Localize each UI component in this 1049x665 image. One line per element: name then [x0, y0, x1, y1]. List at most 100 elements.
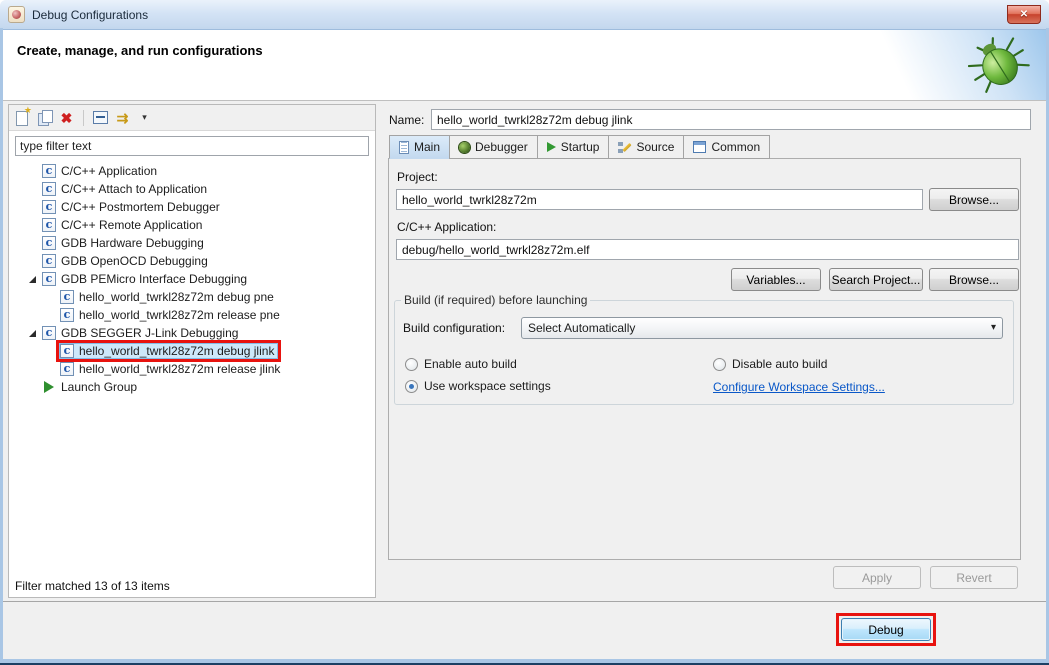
expand-toggle-icon[interactable] — [26, 236, 41, 250]
debug-configurations-dialog: Debug Configurations ✕ Create, manage, a… — [0, 0, 1049, 665]
tab-main[interactable]: Main — [389, 135, 450, 159]
duplicate-config-icon[interactable] — [36, 109, 53, 126]
search-project-button[interactable]: Search Project... — [829, 268, 923, 291]
expand-toggle-icon[interactable] — [26, 254, 41, 268]
radio-icon — [713, 358, 726, 371]
radio-icon — [405, 358, 418, 371]
toolbar-separator — [83, 110, 84, 126]
configurations-toolbar: ★ ✖ ⇉ ▾ — [9, 105, 375, 131]
c-icon: c — [42, 182, 56, 196]
project-input[interactable] — [396, 189, 923, 210]
configuration-detail-panel: Name: Main Debugger Startup Source Commo… — [383, 104, 1041, 601]
menu-caret-icon[interactable]: ▾ — [136, 109, 153, 126]
source-icon — [618, 141, 631, 154]
c-icon: c — [42, 254, 56, 268]
expand-toggle-icon[interactable] — [44, 308, 59, 322]
config-tabs: Main Debugger Startup Source Common — [389, 135, 769, 159]
page-title: Create, manage, and run configurations — [17, 43, 263, 58]
debug-config-app-icon — [8, 6, 25, 23]
application-input[interactable] — [396, 239, 1019, 260]
window-border — [0, 659, 1049, 665]
close-icon: ✕ — [1020, 9, 1028, 20]
bug-graphic-icon — [968, 36, 1030, 94]
new-star-icon: ★ — [24, 105, 32, 116]
application-browse-button[interactable]: Browse... — [929, 268, 1019, 291]
c-icon: c — [60, 362, 74, 376]
expand-toggle-icon[interactable] — [44, 344, 59, 358]
name-label: Name: — [389, 113, 424, 127]
tab-startup[interactable]: Startup — [537, 135, 610, 159]
c-icon: c — [60, 308, 74, 322]
debug-annotation-box: Debug — [836, 613, 936, 646]
expand-toggle-icon[interactable] — [26, 218, 41, 232]
configure-workspace-settings-link[interactable]: Configure Workspace Settings... — [713, 380, 885, 394]
configurations-panel: ★ ✖ ⇉ ▾ c C/C++ Application c C/C++ Atta… — [8, 104, 376, 598]
variables-button[interactable]: Variables... — [731, 268, 821, 291]
tree-item[interactable]: c C/C++ Remote Application — [9, 216, 375, 234]
combo-caret-icon: ▾ — [991, 323, 996, 333]
build-group: Build (if required) before launching Bui… — [394, 293, 1014, 405]
expand-toggle-icon[interactable] — [26, 200, 41, 214]
use-workspace-settings-radio[interactable]: Use workspace settings — [405, 379, 551, 393]
radio-checked-icon — [405, 380, 418, 393]
window-close-button[interactable]: ✕ — [1007, 5, 1041, 24]
project-browse-button[interactable]: Browse... — [929, 188, 1019, 211]
project-label: Project: — [397, 170, 438, 184]
title-bar[interactable]: Debug Configurations ✕ — [0, 0, 1049, 30]
window-title: Debug Configurations — [32, 8, 148, 22]
new-config-icon[interactable]: ★ — [14, 109, 31, 126]
c-icon: c — [42, 326, 56, 340]
filter-input[interactable] — [15, 136, 369, 156]
apply-button[interactable]: Apply — [833, 566, 921, 589]
expand-toggle-icon[interactable] — [26, 326, 41, 340]
debug-button[interactable]: Debug — [841, 618, 931, 641]
c-icon: c — [42, 164, 56, 178]
expand-toggle-icon[interactable] — [26, 164, 41, 178]
launch-group-icon — [44, 381, 54, 393]
tree-item[interactable]: c GDB PEMicro Interface Debugging — [9, 270, 375, 288]
revert-button[interactable]: Revert — [930, 566, 1018, 589]
build-configuration-value: Select Automatically — [528, 321, 635, 335]
window-border — [0, 28, 3, 665]
table-icon — [693, 141, 706, 153]
bug-icon — [459, 142, 470, 153]
build-configuration-label: Build configuration: — [403, 321, 505, 335]
tab-source[interactable]: Source — [608, 135, 684, 159]
header-banner: Create, manage, and run configurations — [3, 30, 1046, 101]
play-icon — [547, 142, 556, 152]
tree-item[interactable]: c hello_world_twrkl28z72m debug pne — [9, 288, 375, 306]
expand-toggle-icon[interactable] — [44, 290, 59, 304]
expand-toggle-icon[interactable] — [26, 272, 41, 286]
tree-item[interactable]: c C/C++ Application — [9, 162, 375, 180]
main-tab-content: Project: Browse... C/C++ Application: Va… — [388, 158, 1021, 560]
tree-item[interactable]: c GDB Hardware Debugging — [9, 234, 375, 252]
tab-common[interactable]: Common — [683, 135, 770, 159]
filter-configs-icon[interactable]: ⇉ — [114, 109, 131, 126]
expand-toggle-icon[interactable] — [26, 182, 41, 196]
disable-auto-build-radio[interactable]: Disable auto build — [713, 357, 827, 371]
tree-item[interactable]: Launch Group — [9, 378, 375, 396]
build-group-label: Build (if required) before launching — [401, 293, 590, 307]
tree-item[interactable]: c hello_world_twrkl28z72m debug jlink — [9, 342, 375, 360]
tree-item[interactable]: c GDB SEGGER J-Link Debugging — [9, 324, 375, 342]
collapse-all-icon[interactable] — [93, 111, 108, 124]
name-input[interactable] — [431, 109, 1031, 130]
build-configuration-select[interactable]: Select Automatically ▾ — [521, 317, 1003, 339]
document-icon — [399, 141, 409, 154]
c-icon: c — [42, 272, 56, 286]
expand-toggle-icon[interactable] — [26, 380, 41, 394]
application-label: C/C++ Application: — [397, 220, 496, 234]
c-icon: c — [42, 200, 56, 214]
enable-auto-build-radio[interactable]: Enable auto build — [405, 357, 517, 371]
tree-item[interactable]: c GDB OpenOCD Debugging — [9, 252, 375, 270]
tab-debugger[interactable]: Debugger — [449, 135, 538, 159]
delete-config-icon[interactable]: ✖ — [58, 109, 75, 126]
tree-item[interactable]: c C/C++ Postmortem Debugger — [9, 198, 375, 216]
tree-item[interactable]: c hello_world_twrkl28z72m release jlink — [9, 360, 375, 378]
expand-toggle-icon[interactable] — [44, 362, 59, 376]
c-icon: c — [60, 290, 74, 304]
tree-item[interactable]: c C/C++ Attach to Application — [9, 180, 375, 198]
filter-status-text: Filter matched 13 of 13 items — [15, 579, 170, 593]
c-icon: c — [42, 236, 56, 250]
tree-item[interactable]: c hello_world_twrkl28z72m release pne — [9, 306, 375, 324]
